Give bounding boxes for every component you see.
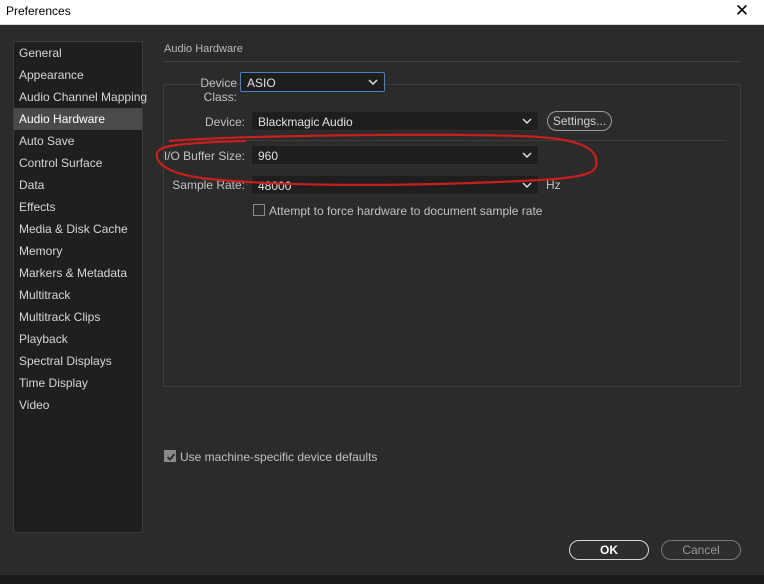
checkmark-icon xyxy=(166,453,176,461)
sidebar-item[interactable]: Data xyxy=(14,174,142,196)
sidebar-item[interactable]: Spectral Displays xyxy=(14,350,142,372)
sidebar-item[interactable]: Markers & Metadata xyxy=(14,262,142,284)
device-value: Blackmagic Audio xyxy=(258,115,353,129)
sidebar-item[interactable]: Control Surface xyxy=(14,152,142,174)
window-title: Preferences xyxy=(6,4,71,18)
chevron-down-icon xyxy=(522,152,532,159)
section-title: Audio Hardware xyxy=(164,43,243,55)
title-bar: Preferences ✕ xyxy=(0,0,764,25)
sidebar-item[interactable]: Multitrack Clips xyxy=(14,306,142,328)
chevron-down-icon xyxy=(522,118,532,125)
category-list[interactable]: General Appearance Audio Channel Mapping Au… xyxy=(13,41,147,533)
chevron-down-icon xyxy=(368,79,378,86)
cancel-button[interactable]: Cancel xyxy=(661,540,741,560)
sample-rate-unit: Hz xyxy=(546,178,561,192)
device-label: Device: xyxy=(204,115,245,129)
sample-rate-label: Sample Rate: xyxy=(172,178,245,192)
device-class-dropdown[interactable]: ASIO xyxy=(240,72,385,92)
sidebar-item[interactable]: Video xyxy=(14,394,142,416)
ok-button[interactable]: OK xyxy=(569,540,649,560)
sidebar-item[interactable]: Audio Hardware xyxy=(14,108,142,130)
sidebar-item[interactable]: Time Display xyxy=(14,372,142,394)
sample-rate-dropdown[interactable]: 48000 xyxy=(251,175,539,195)
chevron-down-icon xyxy=(522,182,532,189)
buffer-size-label: I/O Buffer Size: xyxy=(163,149,245,163)
sidebar-item[interactable]: Media & Disk Cache xyxy=(14,218,142,240)
sidebar-item[interactable]: Playback xyxy=(14,328,142,350)
sidebar-item[interactable]: Effects xyxy=(14,196,142,218)
window-bottom-edge xyxy=(0,575,764,584)
sidebar-item[interactable]: Memory xyxy=(14,240,142,262)
sidebar-item[interactable]: General xyxy=(14,42,142,64)
force-sample-rate-checkbox[interactable] xyxy=(253,204,265,216)
settings-button[interactable]: Settings... xyxy=(547,111,612,131)
machine-defaults-checkbox[interactable] xyxy=(164,450,176,462)
close-icon[interactable]: ✕ xyxy=(734,0,750,22)
force-sample-rate-label: Attempt to force hardware to document sa… xyxy=(269,204,543,218)
section-divider xyxy=(163,61,741,62)
sidebar-item[interactable]: Auto Save xyxy=(14,130,142,152)
buffer-size-value: 960 xyxy=(258,149,279,163)
sample-rate-value: 48000 xyxy=(258,179,292,193)
device-class-label: Device Class: xyxy=(200,76,237,104)
buffer-size-dropdown[interactable]: 960 xyxy=(251,145,539,165)
machine-defaults-label: Use machine-specific device defaults xyxy=(180,450,378,464)
device-dropdown[interactable]: Blackmagic Audio xyxy=(251,111,539,131)
sidebar-item[interactable]: Appearance xyxy=(14,64,142,86)
panel-divider xyxy=(170,140,726,141)
device-class-value: ASIO xyxy=(247,76,276,90)
sidebar-item[interactable]: Multitrack xyxy=(14,284,142,306)
sidebar-item[interactable]: Audio Channel Mapping xyxy=(14,86,147,108)
